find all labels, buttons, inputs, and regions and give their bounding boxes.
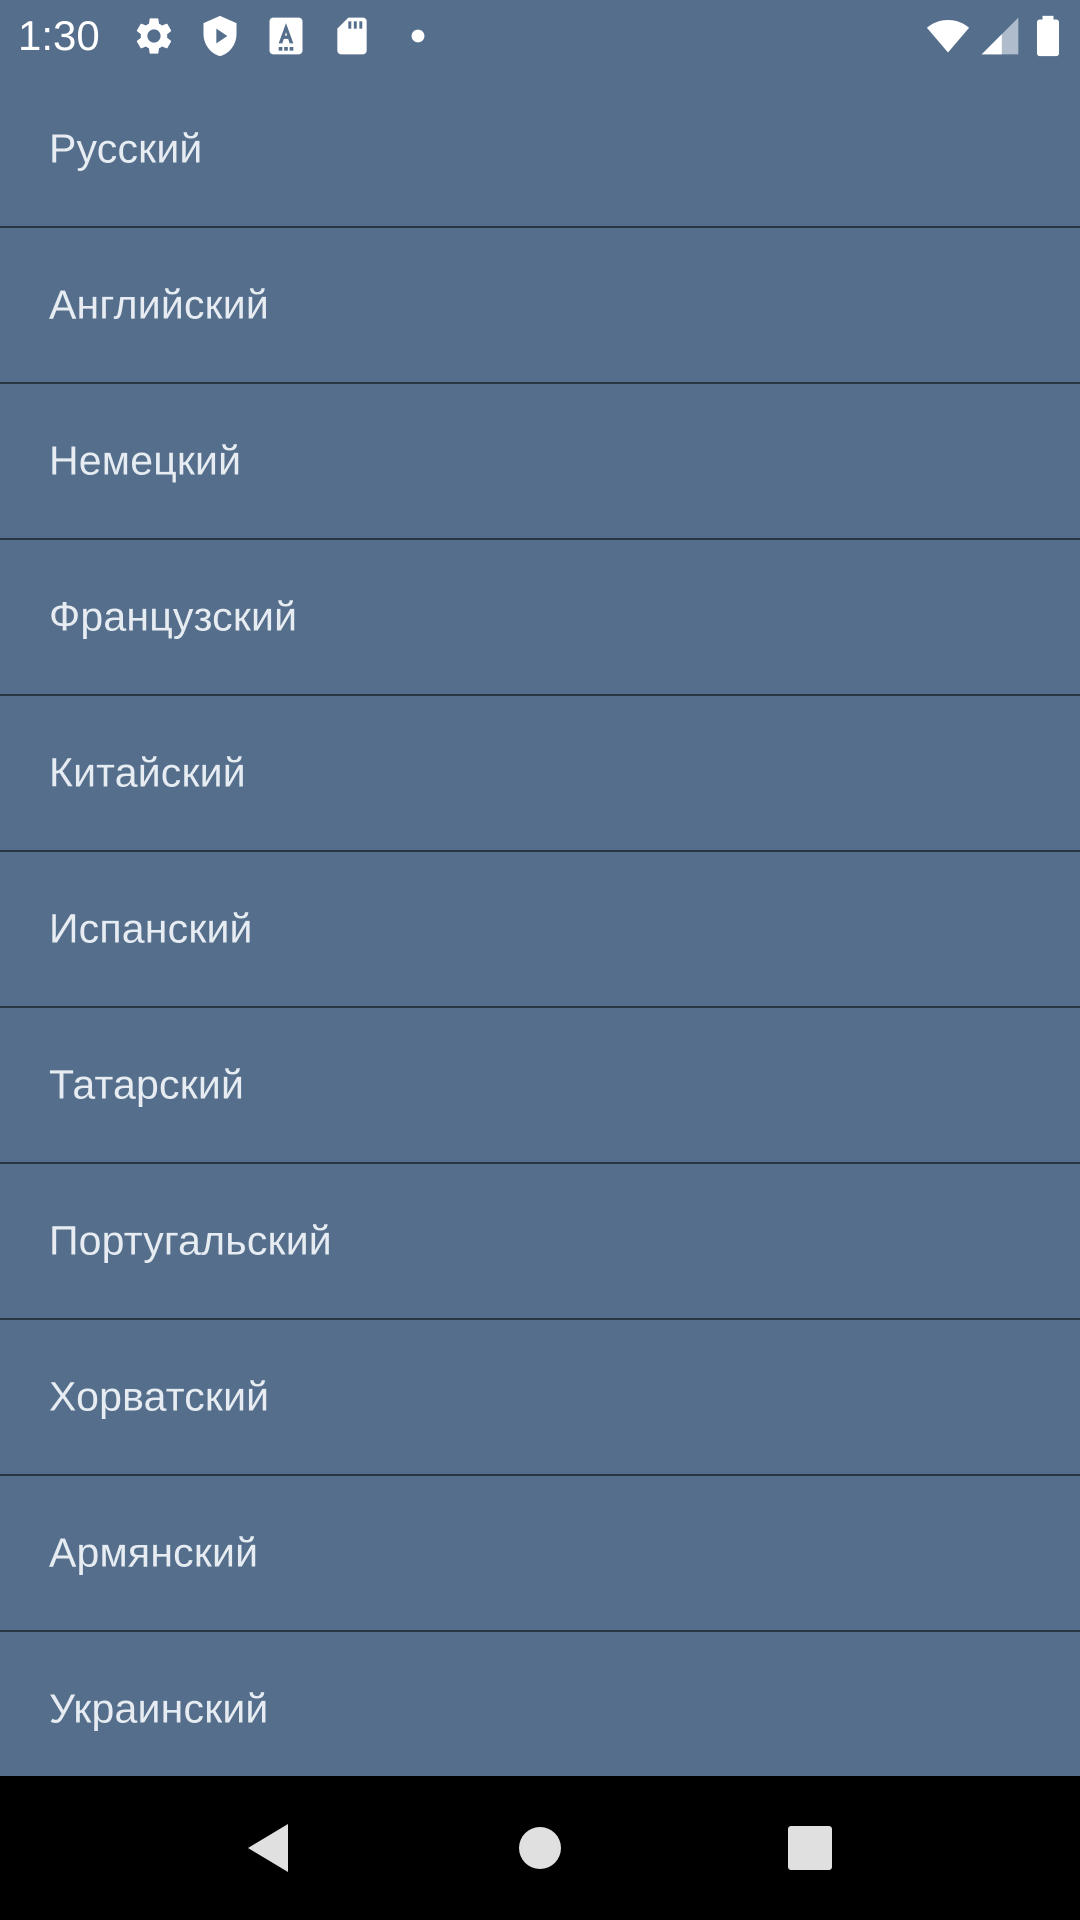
sd-card-icon [337, 17, 367, 55]
back-icon [248, 1824, 288, 1872]
language-item-ukrainian[interactable]: Украинский [0, 1632, 1080, 1776]
language-item-french[interactable]: Французский [0, 540, 1080, 696]
language-label: Русский [49, 125, 203, 172]
status-bar: 1:30 [0, 0, 1080, 72]
language-item-armenian[interactable]: Армянский [0, 1476, 1080, 1632]
recents-button[interactable] [760, 1798, 860, 1898]
language-item-english[interactable]: Английский [0, 228, 1080, 384]
keyboard-a-icon [269, 17, 303, 55]
home-button[interactable] [490, 1798, 590, 1898]
language-item-tatar[interactable]: Татарский [0, 1008, 1080, 1164]
language-label: Испанский [49, 905, 253, 952]
language-label: Французский [49, 593, 298, 640]
language-label: Немецкий [49, 437, 242, 484]
language-label: Армянский [49, 1529, 259, 1576]
cell-signal-icon [981, 17, 1019, 55]
language-label: Португальский [49, 1217, 332, 1264]
home-icon [519, 1827, 561, 1869]
language-item-spanish[interactable]: Испанский [0, 852, 1080, 1008]
notification-dot-icon [411, 29, 425, 43]
wifi-icon [926, 20, 970, 53]
language-item-russian[interactable]: Русский [0, 72, 1080, 228]
back-button[interactable] [218, 1798, 318, 1898]
language-label: Украинский [49, 1685, 269, 1732]
language-list: Русский Английский Немецкий Французский … [0, 72, 1080, 1776]
recents-icon [788, 1826, 832, 1870]
language-item-chinese[interactable]: Китайский [0, 696, 1080, 852]
language-label: Татарский [49, 1061, 245, 1108]
shield-play-icon [203, 15, 237, 57]
language-label: Китайский [49, 749, 246, 796]
language-item-portuguese[interactable]: Португальский [0, 1164, 1080, 1320]
gear-icon [136, 18, 172, 54]
language-item-croatian[interactable]: Хорватский [0, 1320, 1080, 1476]
battery-icon [1037, 15, 1059, 57]
navigation-bar [0, 1776, 1080, 1920]
status-time: 1:30 [18, 12, 100, 59]
language-label: Хорватский [49, 1373, 270, 1420]
language-label: Английский [49, 281, 270, 328]
language-item-german[interactable]: Немецкий [0, 384, 1080, 540]
